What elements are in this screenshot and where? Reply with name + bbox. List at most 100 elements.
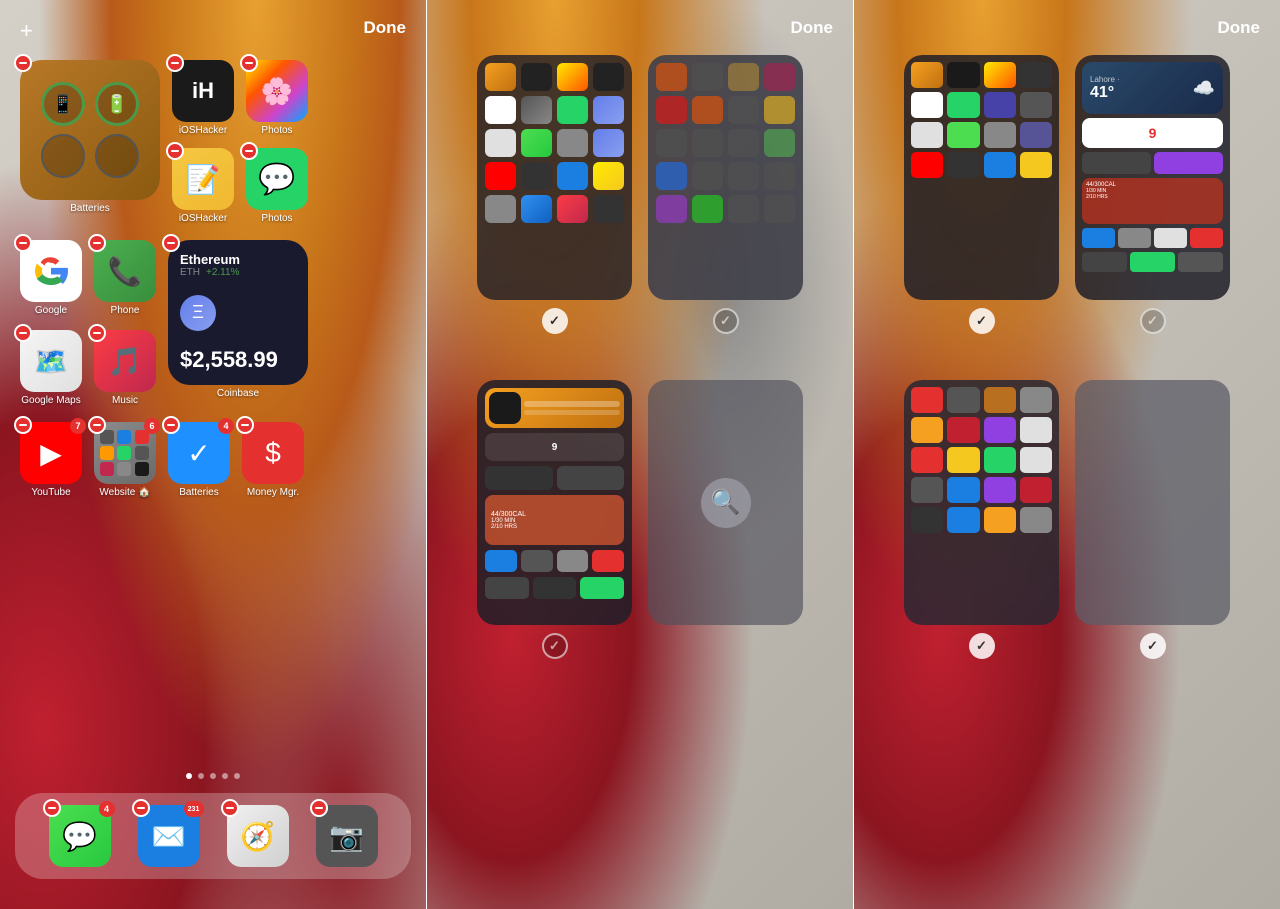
money-wrapper: $ Money Mgr. — [242, 422, 304, 498]
coinbase-wrapper: Ethereum ETH +2.11% Ξ $2,558.99 Coinbase — [168, 240, 308, 399]
notes-wrapper: 📝 iOSHacker — [172, 148, 234, 224]
money-label: Money Mgr. — [247, 487, 299, 498]
done-button-2[interactable]: Done — [791, 18, 834, 38]
messages-badge: 4 — [99, 801, 115, 817]
photos-wrapper: 🌸 Photos — [246, 60, 308, 136]
remove-maps-button[interactable] — [14, 324, 32, 342]
screen-thumb-2[interactable] — [648, 55, 803, 300]
remove-camera-button[interactable] — [310, 799, 328, 817]
google-label: Google — [35, 305, 67, 316]
check-3-3[interactable]: ✓ — [969, 633, 995, 659]
phone-label: Phone — [111, 305, 140, 316]
dot-2[interactable] — [198, 773, 204, 779]
screen-thumb-3-widgets[interactable]: Lahore · 41° ☁️ 9 — [1075, 55, 1230, 300]
dock: 💬 4 ✉️ 231 🧭 📷 — [15, 793, 411, 879]
screen-thumb-empty-2[interactable]: 🔍 — [648, 380, 803, 625]
battery-icon-2: 🔋 — [106, 94, 128, 115]
eth-change: +2.11% — [206, 267, 239, 278]
youtube-badge: 7 — [70, 418, 86, 434]
check-3-2[interactable]: ✓ — [1140, 308, 1166, 334]
add-widget-button[interactable]: + — [20, 18, 33, 44]
home-screen-content: 📱 🔋 Batteries iH iOSHacker — [20, 60, 406, 514]
mail-badge: 231 — [184, 801, 204, 817]
remove-mail-button[interactable] — [132, 799, 150, 817]
check-2[interactable]: ✓ — [713, 308, 739, 334]
maps-label: Google Maps — [21, 395, 80, 406]
top-screen-row-3: ✓ Lahore · 41° ☁️ — [904, 55, 1230, 334]
things-label: Batteries — [179, 487, 218, 498]
screen-thumb-3-1[interactable] — [904, 55, 1059, 300]
phone-wrapper: 📞 Phone — [94, 240, 156, 316]
website-folder-wrapper: 6 Website 🏠 — [94, 422, 156, 498]
screen-thumb-3[interactable]: 9 44/300CAL 1/30 MIN 2/10 HRS — [477, 380, 632, 625]
remove-photos-button[interactable] — [240, 54, 258, 72]
page-indicator — [0, 773, 426, 779]
batteries-widget-wrapper: 📱 🔋 Batteries — [20, 60, 160, 214]
bottom-screen-row-3: ✓ ✓ — [904, 380, 1230, 659]
dot-3[interactable] — [210, 773, 216, 779]
top-screen-row-2: ✓ — [477, 55, 803, 334]
remove-things-button[interactable] — [162, 416, 180, 434]
eth-name: Ethereum — [180, 252, 240, 267]
app-row-4: ▶ 7 YouTube — [20, 422, 406, 498]
battery-icon-1: 📱 — [52, 94, 74, 115]
remove-google-button[interactable] — [14, 234, 32, 252]
coinbase-label: Coinbase — [217, 388, 259, 399]
screen-thumb-3-3[interactable] — [904, 380, 1059, 625]
panel-2: Done — [427, 0, 854, 909]
bottom-screen-row-2: 9 44/300CAL 1/30 MIN 2/10 HRS — [477, 380, 803, 659]
youtube-wrapper: ▶ 7 YouTube — [20, 422, 82, 498]
things-badge: 4 — [218, 418, 234, 434]
panel-1: + Done 📱 🔋 Batteries — [0, 0, 427, 909]
check-1[interactable]: ✓ — [542, 308, 568, 334]
music-wrapper: 🎵 Music — [94, 330, 156, 406]
remove-phone-button[interactable] — [88, 234, 106, 252]
ios-hacker-label: iOSHacker — [179, 125, 227, 136]
screen-thumb-1[interactable] — [477, 55, 632, 300]
remove-safari-button[interactable] — [221, 799, 239, 817]
check-3-1[interactable]: ✓ — [969, 308, 995, 334]
remove-youtube-button[interactable] — [14, 416, 32, 434]
eth-logo: Ξ — [180, 295, 216, 331]
remove-money-button[interactable] — [236, 416, 254, 434]
check-3[interactable]: ✓ — [542, 633, 568, 659]
photos-label: Photos — [261, 125, 292, 136]
batteries-label: Batteries — [70, 203, 109, 214]
remove-coinbase-button[interactable] — [162, 234, 180, 252]
remove-website-button[interactable] — [88, 416, 106, 434]
remove-messages-button[interactable] — [43, 799, 61, 817]
messages-dock-wrapper: 💬 4 — [49, 805, 111, 867]
dot-1[interactable] — [186, 773, 192, 779]
search-icon-thumb: 🔍 — [701, 478, 751, 528]
done-button-3[interactable]: Done — [1218, 18, 1261, 38]
check-3-4[interactable]: ✓ — [1140, 633, 1166, 659]
remove-ioshacker-button[interactable] — [166, 54, 184, 72]
dot-4[interactable] — [222, 773, 228, 779]
app-row-1: 📱 🔋 Batteries iH iOSHacker — [20, 60, 406, 224]
music-label: Music — [112, 395, 138, 406]
panel-3: Done — [854, 0, 1280, 909]
remove-batteries-button[interactable] — [14, 54, 32, 72]
remove-whatsapp-button[interactable] — [240, 142, 258, 160]
dot-5[interactable] — [234, 773, 240, 779]
screen-thumb-add[interactable] — [1075, 380, 1230, 625]
remove-music-button[interactable] — [88, 324, 106, 342]
things-wrapper: ✓ 4 Batteries — [168, 422, 230, 498]
google-wrapper: Google — [20, 240, 82, 316]
done-button-1[interactable]: Done — [364, 18, 407, 38]
whatsapp-wrapper: 💬 Photos — [246, 148, 308, 224]
coinbase-widget: Ethereum ETH +2.11% Ξ $2,558.99 — [168, 240, 308, 385]
ios-hacker-wrapper: iH iOSHacker — [172, 60, 234, 136]
eth-symbol: ETH — [180, 267, 200, 278]
screen-chooser-3: ✓ Lahore · 41° ☁️ — [854, 55, 1280, 849]
batteries-widget: 📱 🔋 — [20, 60, 160, 200]
eth-price: $2,558.99 — [180, 347, 296, 373]
screen-chooser-2: ✓ — [427, 55, 853, 849]
maps-wrapper: 🗺️ Google Maps — [20, 330, 82, 406]
website-label: Website 🏠 — [99, 487, 150, 498]
mail-dock-wrapper: ✉️ 231 — [138, 805, 200, 867]
youtube-label: YouTube — [31, 487, 70, 498]
notes-label: iOSHacker — [179, 213, 227, 224]
camera-dock-wrapper: 📷 — [316, 805, 378, 867]
remove-notes-button[interactable] — [166, 142, 184, 160]
